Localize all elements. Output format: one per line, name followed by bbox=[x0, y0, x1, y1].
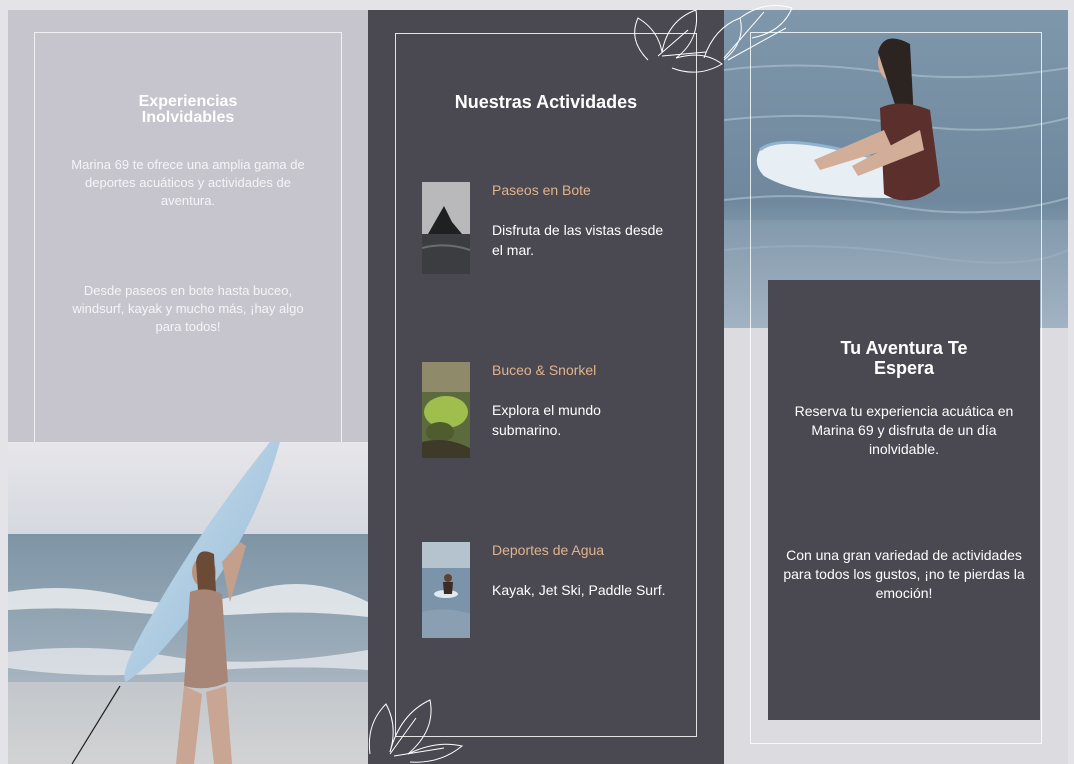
cta-title: Tu Aventura Te Espera bbox=[840, 338, 968, 378]
right-panel: Tu Aventura Te Espera Reserva tu experie… bbox=[703, 5, 1068, 764]
activity-description: Disfruta de las vistas desde el mar. bbox=[492, 222, 664, 258]
left-panel: Experiencias Inolvidables Marina 69 te o… bbox=[8, 10, 368, 764]
activity-description: Kayak, Jet Ski, Paddle Surf. bbox=[492, 582, 666, 598]
boat-tour-thumbnail bbox=[422, 182, 470, 274]
cta-variety-text: Con una gran variedad de actividades par… bbox=[783, 547, 1025, 601]
left-panel-activities-text: Desde paseos en bote hasta buceo, windsu… bbox=[72, 283, 304, 334]
activities-heading: Nuestras Actividades bbox=[454, 92, 638, 112]
water-sports-thumbnail bbox=[422, 542, 470, 638]
call-to-action-box: Tu Aventura Te Espera Reserva tu experie… bbox=[768, 280, 1040, 720]
left-panel-title: Experiencias Inolvidables bbox=[138, 93, 238, 126]
activity-description: Explora el mundo submarino. bbox=[492, 402, 601, 438]
surfer-standing-image bbox=[8, 442, 368, 764]
diving-thumbnail bbox=[422, 362, 470, 458]
left-panel-intro: Marina 69 te ofrece una amplia gama de d… bbox=[71, 157, 305, 208]
activity-name: Paseos en Bote bbox=[492, 182, 591, 198]
activity-name: Deportes de Agua bbox=[492, 542, 605, 558]
brochure-sheet: Experiencias Inolvidables Marina 69 te o… bbox=[0, 0, 1074, 764]
surfer-standing-photo bbox=[8, 442, 368, 764]
middle-panel: Nuestras Actividades Paseos en Bote Disf… bbox=[368, 9, 724, 764]
cta-reservation-text: Reserva tu experiencia acuática en Marin… bbox=[794, 403, 1014, 457]
activity-name: Buceo & Snorkel bbox=[492, 362, 597, 378]
